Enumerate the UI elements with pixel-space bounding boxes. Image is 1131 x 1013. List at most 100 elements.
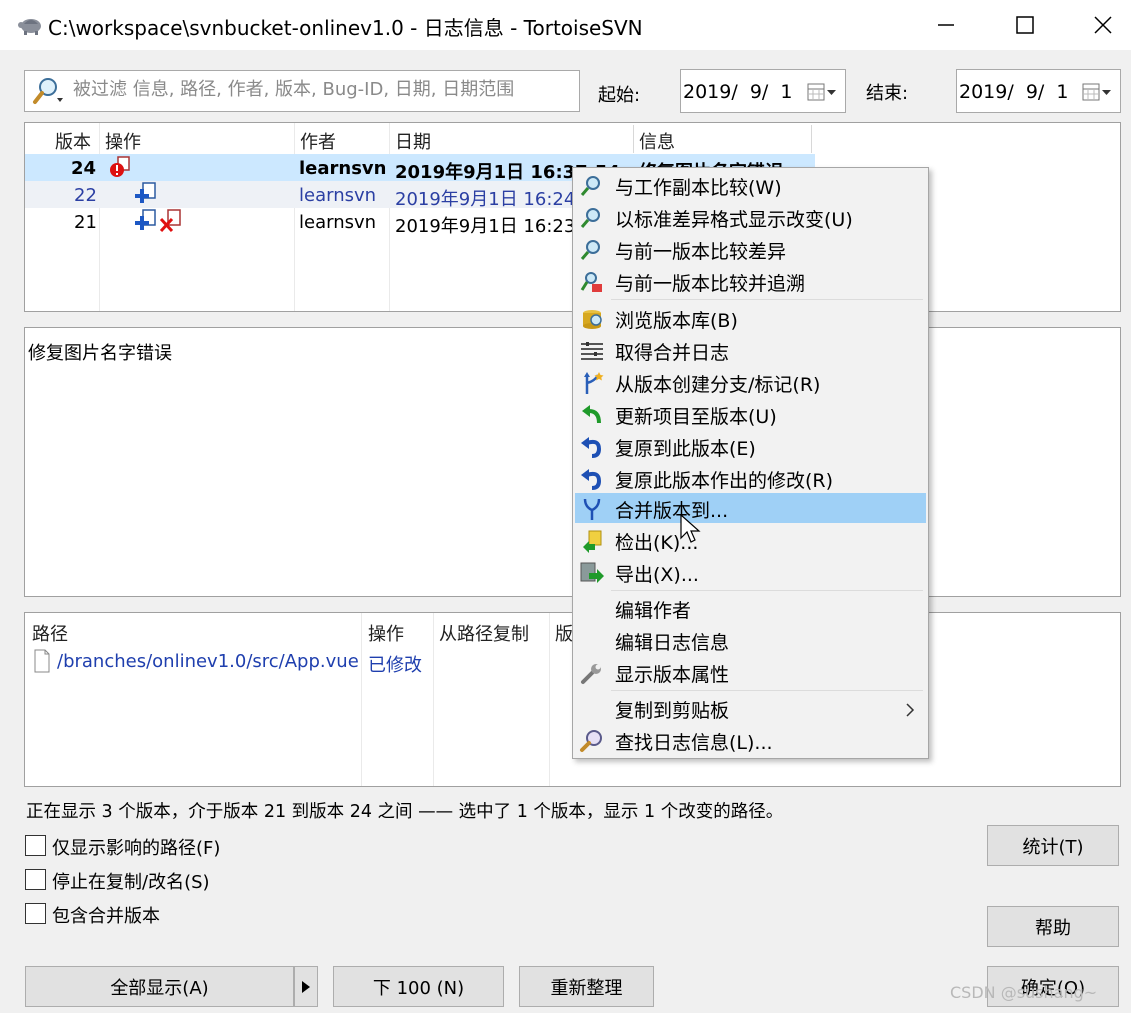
changed-path: /branches/onlinev1.0/src/App.vue [57, 651, 359, 672]
menu-item-unified-diff[interactable]: 以标准差异格式显示改变(U) [575, 202, 926, 234]
menu-item-label: 复制到剪贴板 [615, 700, 730, 722]
minimize-icon [938, 24, 954, 26]
watermark: CSDN @sushang~ [950, 983, 1098, 1002]
magnifier-icon [580, 176, 600, 196]
column-header-path[interactable]: 路径 [32, 620, 68, 650]
menu-item-edit-log-message[interactable]: 编辑日志信息 [575, 625, 926, 657]
filter-box[interactable] [24, 70, 580, 112]
column-header-copyfrom[interactable]: 从路径复制 [439, 620, 529, 650]
menu-item-repo-browser[interactable]: 浏览版本库(B) [575, 303, 926, 335]
menu-item-label: 与前一版本比较并追溯 [615, 273, 806, 295]
column-divider [811, 125, 812, 153]
wrench-icon [581, 664, 601, 684]
added-icon [135, 209, 156, 230]
update-arrow-icon [582, 405, 601, 424]
start-date-picker[interactable]: 2019/ 9/ 1 [680, 69, 846, 113]
menu-item-checkout[interactable]: 检出(K)... [575, 525, 926, 557]
menu-item-revert-changes[interactable]: 复原此版本作出的修改(R) [575, 463, 926, 495]
minimize-button[interactable] [907, 0, 985, 50]
export-icon [580, 562, 604, 583]
menu-item-label: 复原到此版本(E) [615, 438, 756, 460]
menu-item-label: 与前一版本比较差异 [615, 241, 787, 263]
menu-item-compare-working-copy[interactable]: 与工作副本比较(W) [575, 170, 926, 202]
revert-icon [581, 437, 602, 458]
revision-author: learnsvn [299, 185, 377, 206]
affected-paths-label[interactable]: 仅显示影响的路径(F) [52, 834, 220, 860]
filter-input[interactable] [73, 79, 573, 100]
calendar-dropdown-icon[interactable] [807, 82, 837, 102]
calendar-dropdown-icon[interactable] [1082, 82, 1112, 102]
column-header-revision[interactable]: 版 [555, 620, 573, 650]
next-100-button[interactable]: 下 100 (N) [333, 966, 504, 1007]
menu-item-label: 与工作副本比较(W) [615, 177, 782, 199]
show-all-dropdown-button[interactable] [294, 966, 318, 1007]
menu-item-merge-log[interactable]: 取得合并日志 [575, 335, 926, 367]
revision-author: learnsvn [299, 158, 387, 179]
column-divider [633, 125, 634, 153]
menu-item-label: 从版本创建分支/标记(R) [615, 374, 821, 396]
menu-item-label: 复原此版本作出的修改(R) [615, 470, 834, 492]
mouse-cursor-icon [680, 514, 701, 543]
include-merged-checkbox[interactable] [25, 903, 46, 924]
status-text: 正在显示 3 个版本，介于版本 21 到版本 24 之间 —— 选中了 1 个版… [26, 802, 784, 822]
menu-item-label: 以标准差异格式显示改变(U) [615, 209, 853, 231]
menu-item-merge-revision-to[interactable]: 合并版本到... [575, 493, 926, 523]
revision-date: 2019年9月1日 16:23 [395, 216, 576, 237]
tortoisesvn-app-icon [18, 19, 41, 35]
menu-item-label: 导出(X)... [615, 564, 699, 586]
help-button[interactable]: 帮助 [987, 906, 1119, 947]
magnifier-icon [580, 208, 600, 228]
log-message-text: 修复图片名字错误 [28, 343, 172, 364]
menu-separator [611, 690, 923, 691]
menu-item-export[interactable]: 导出(X)... [575, 557, 926, 589]
menu-item-blame-previous[interactable]: 与前一版本比较并追溯 [575, 266, 926, 298]
menu-item-compare-previous[interactable]: 与前一版本比较差异 [575, 234, 926, 266]
close-button[interactable] [1064, 0, 1131, 50]
added-icon [135, 182, 156, 203]
branch-icon [584, 372, 604, 394]
end-date-label: 结束: [866, 83, 909, 104]
magnifier-icon [580, 240, 600, 260]
menu-item-label: 显示版本属性 [615, 664, 730, 686]
menu-item-edit-author[interactable]: 编辑作者 [575, 593, 926, 625]
column-header-action[interactable]: 操作 [368, 620, 404, 650]
close-icon [1094, 16, 1112, 34]
search-dropdown-icon[interactable] [31, 76, 67, 106]
menu-item-label: 编辑作者 [615, 600, 692, 622]
column-divider [361, 613, 362, 786]
column-divider [549, 613, 550, 786]
include-merged-label[interactable]: 包含合并版本 [52, 902, 160, 928]
stop-on-copy-checkbox[interactable] [25, 869, 46, 890]
maximize-button[interactable] [986, 0, 1064, 50]
menu-item-update-to-revision[interactable]: 更新项目至版本(U) [575, 399, 926, 431]
title-bar: C:\workspace\svnbucket-onlinev1.0 - 日志信息… [0, 0, 1131, 50]
menu-item-label: 更新项目至版本(U) [615, 406, 777, 428]
path-row[interactable]: /branches/onlinev1.0/src/App.vue 已修改 [25, 647, 585, 676]
menu-item-label: 浏览版本库(B) [615, 310, 738, 332]
statistics-button[interactable]: 统计(T) [987, 825, 1119, 866]
stop-on-copy-label[interactable]: 停止在复制/改名(S) [52, 868, 210, 894]
maximize-icon [1016, 16, 1034, 34]
end-date-value: 2019/ 9/ 1 [959, 81, 1069, 103]
menu-item-create-branch[interactable]: 从版本创建分支/标记(R) [575, 367, 926, 399]
path-action: 已修改 [368, 655, 422, 676]
menu-item-label: 合并版本到... [615, 500, 729, 522]
show-all-button[interactable]: 全部显示(A) [25, 966, 294, 1007]
refresh-button[interactable]: 重新整理 [519, 966, 654, 1007]
deleted-icon [159, 209, 181, 233]
conflict-modified-icon [110, 156, 130, 177]
file-icon [34, 649, 50, 673]
search-icon [580, 730, 602, 752]
affected-paths-checkbox[interactable] [25, 835, 46, 856]
menu-separator [611, 590, 923, 591]
menu-separator [611, 299, 923, 300]
menu-item-revert-to-revision[interactable]: 复原到此版本(E) [575, 431, 926, 463]
menu-item-revision-properties[interactable]: 显示版本属性 [575, 657, 926, 689]
end-date-picker[interactable]: 2019/ 9/ 1 [956, 69, 1121, 113]
menu-item-copy-to-clipboard[interactable]: 复制到剪贴板 [575, 693, 926, 725]
revert-icon [581, 469, 602, 490]
merge-icon [583, 498, 601, 520]
menu-item-label: 取得合并日志 [615, 342, 730, 364]
menu-item-label: 编辑日志信息 [615, 632, 730, 654]
menu-item-search-log[interactable]: 查找日志信息(L)... [575, 725, 926, 757]
